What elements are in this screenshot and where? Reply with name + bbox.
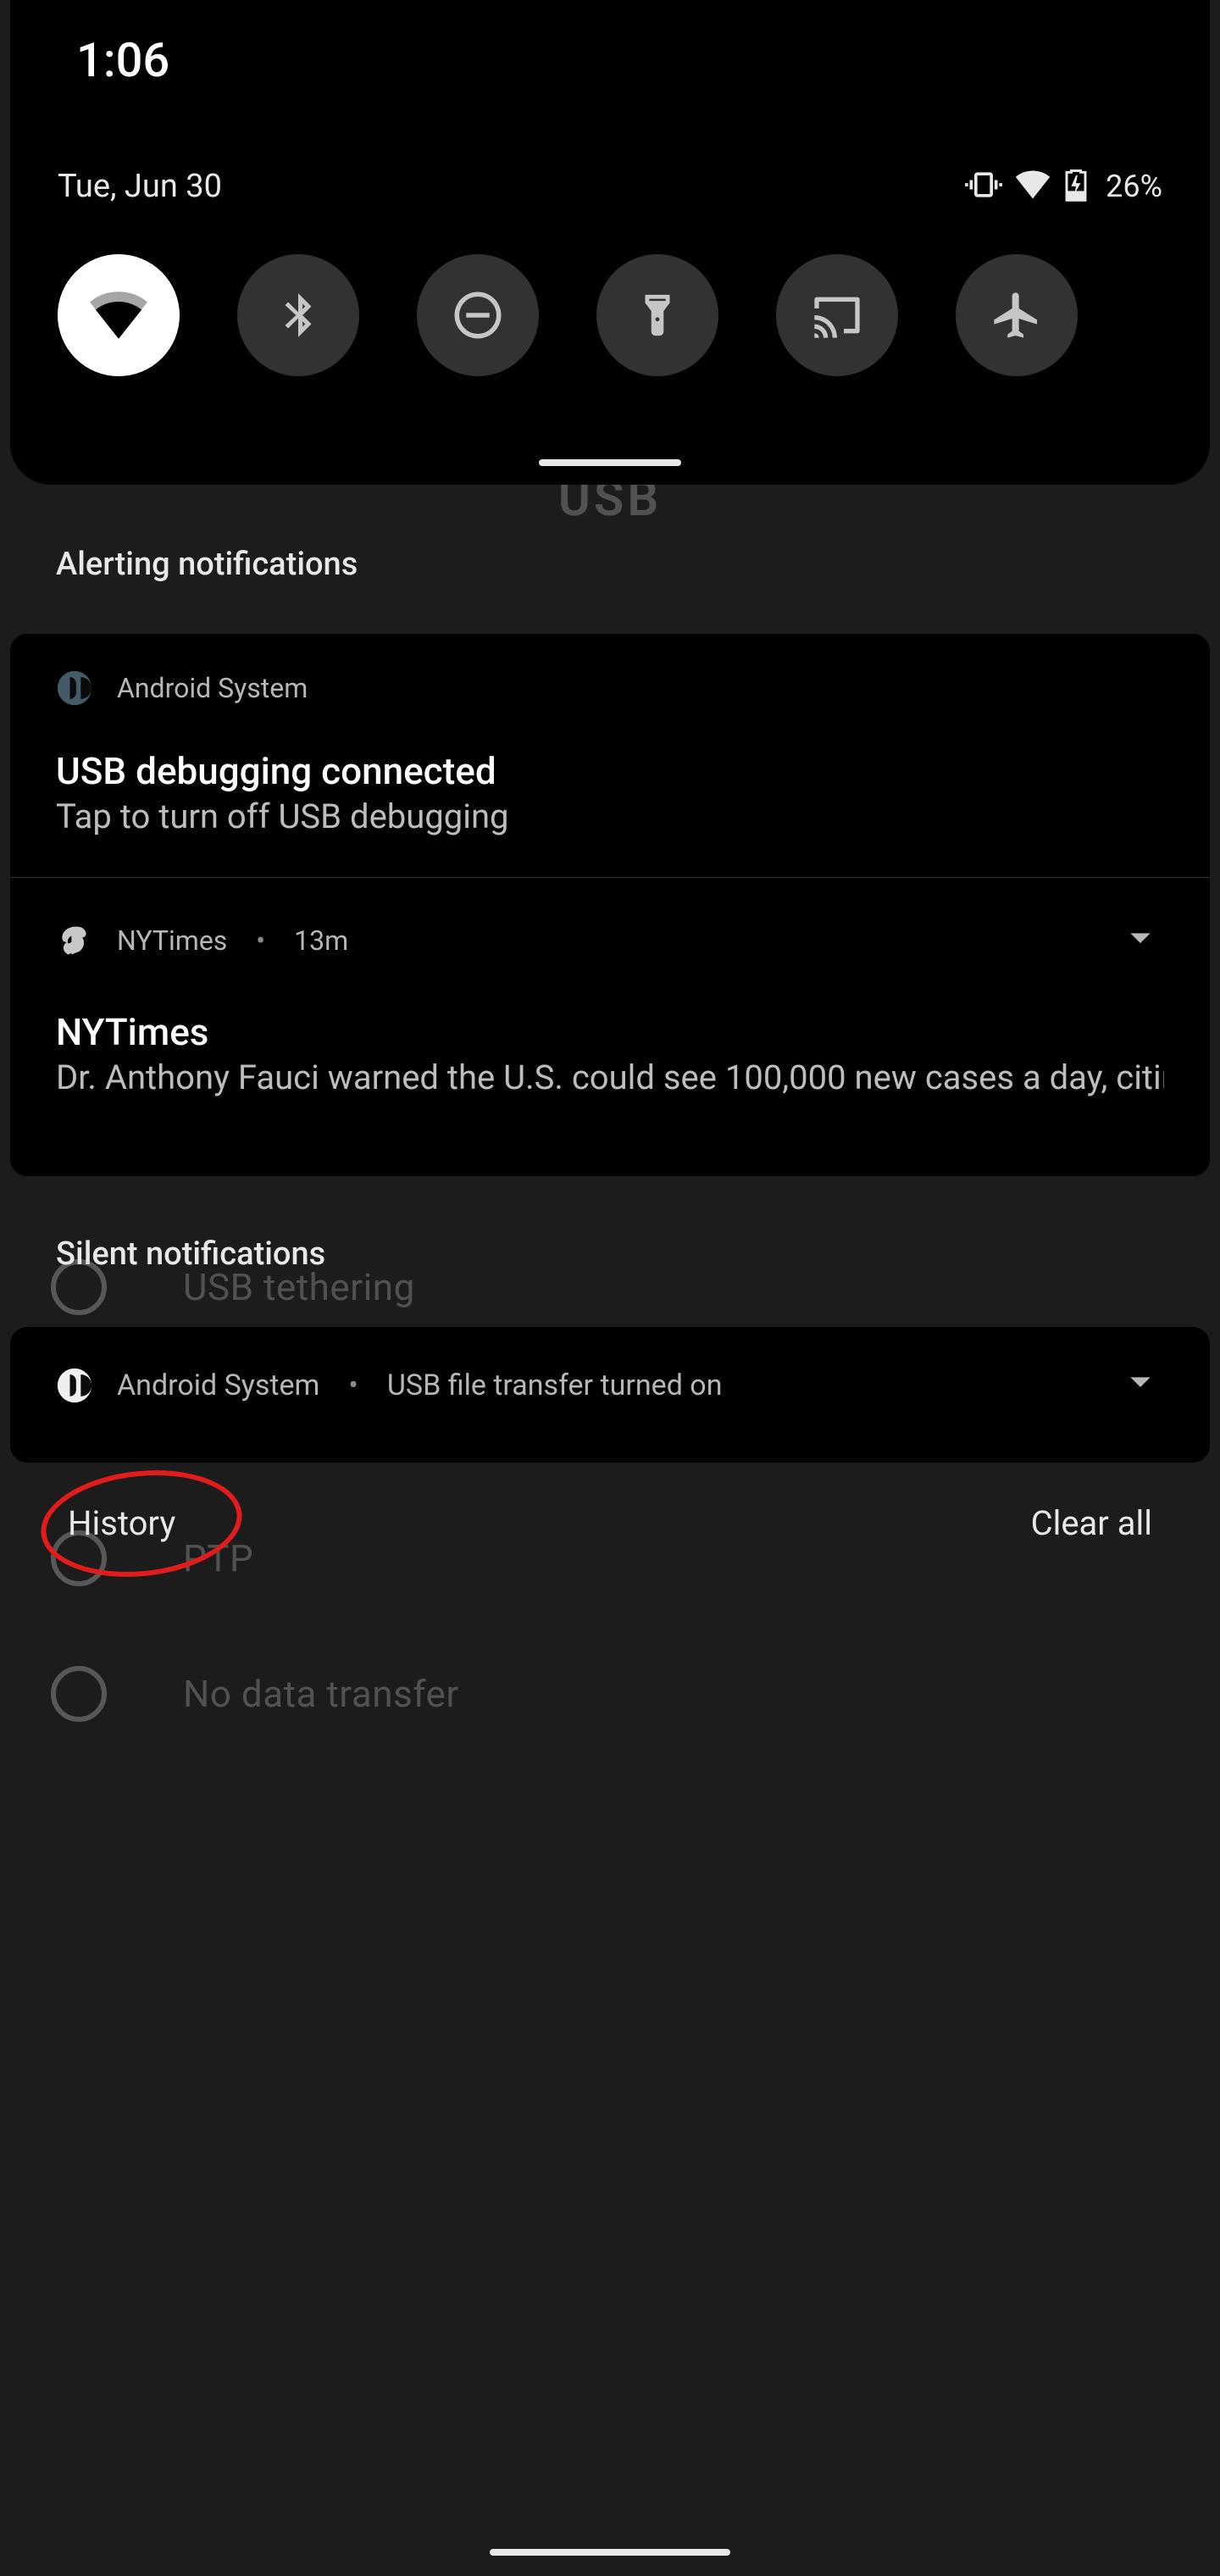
- flashlight-icon: [633, 291, 682, 340]
- battery-percent: 26%: [1106, 169, 1162, 204]
- battery-status-icon: [1063, 166, 1089, 207]
- nytimes-icon: [56, 922, 93, 959]
- section-alerting: Alerting notifications: [56, 546, 358, 583]
- notif-summary: USB file transfer turned on: [387, 1368, 723, 1402]
- vibrate-icon: [965, 166, 1002, 207]
- expand-chevron[interactable]: [1117, 913, 1164, 968]
- status-right-icons: 26%: [965, 166, 1162, 207]
- notif-body: Tap to turn off USB debugging: [56, 797, 1164, 836]
- qs-status-row: Tue, Jun 30 26%: [58, 166, 1162, 207]
- silent-card: Android System • USB file transfer turne…: [10, 1327, 1210, 1463]
- quick-settings-panel: 1:06 Tue, Jun 30 26%: [10, 0, 1210, 485]
- qs-tile-wifi[interactable]: [58, 254, 180, 376]
- chevron-down-icon: [1117, 1357, 1164, 1405]
- separator-dot: •: [348, 1368, 358, 1402]
- notif-header: NYTimes • 13m: [56, 913, 1164, 968]
- wifi-icon: [87, 284, 150, 347]
- wifi-status-icon: [1014, 166, 1051, 207]
- qs-tile-bluetooth[interactable]: [237, 254, 359, 376]
- section-silent: Silent notifications: [56, 1235, 325, 1273]
- notif-body: Dr. Anthony Fauci warned the U.S. could …: [56, 1058, 1164, 1097]
- dnd-icon: [450, 287, 506, 343]
- chevron-down-icon: [1117, 913, 1164, 961]
- alerting-card: Android System USB debugging connected T…: [10, 634, 1210, 1176]
- shade-actions: History Clear all: [0, 1503, 1220, 1543]
- separator-dot: •: [256, 924, 265, 957]
- notif-age: 13m: [294, 924, 348, 957]
- notif-title: NYTimes: [56, 1010, 1164, 1054]
- qs-tiles-row: [58, 254, 1162, 376]
- qs-expand-handle[interactable]: [539, 459, 681, 466]
- clear-all-button[interactable]: Clear all: [1031, 1503, 1152, 1543]
- notif-header: Android System: [56, 669, 1164, 707]
- qs-tile-flashlight[interactable]: [596, 254, 718, 376]
- qs-tile-cast[interactable]: [776, 254, 898, 376]
- notification-usb-debugging[interactable]: Android System USB debugging connected T…: [10, 634, 1210, 877]
- nav-bar-handle[interactable]: [490, 2549, 730, 2556]
- notif-header: Android System • USB file transfer turne…: [56, 1357, 1164, 1413]
- cast-icon: [810, 288, 864, 342]
- app-name: NYTimes: [117, 924, 227, 957]
- notification-usb-file-transfer[interactable]: Android System • USB file transfer turne…: [10, 1327, 1210, 1443]
- app-name: Android System: [117, 1368, 319, 1402]
- app-name: Android System: [117, 672, 308, 704]
- history-button[interactable]: History: [68, 1503, 175, 1543]
- android-system-icon: [56, 669, 93, 707]
- notification-shade: 1:06 Tue, Jun 30 26%: [0, 0, 1220, 2576]
- bluetooth-icon: [272, 289, 324, 341]
- status-time: 1:06: [76, 32, 1162, 88]
- expand-chevron[interactable]: [1117, 1357, 1164, 1413]
- qs-tile-airplane[interactable]: [956, 254, 1078, 376]
- notification-nytimes[interactable]: NYTimes • 13m NYTimes Dr. Anthony Fauci …: [10, 878, 1210, 1138]
- android-system-icon: [56, 1367, 93, 1404]
- airplane-icon: [990, 288, 1044, 342]
- status-date[interactable]: Tue, Jun 30: [58, 168, 222, 205]
- qs-tile-dnd[interactable]: [417, 254, 539, 376]
- notif-title: USB debugging connected: [56, 749, 1164, 793]
